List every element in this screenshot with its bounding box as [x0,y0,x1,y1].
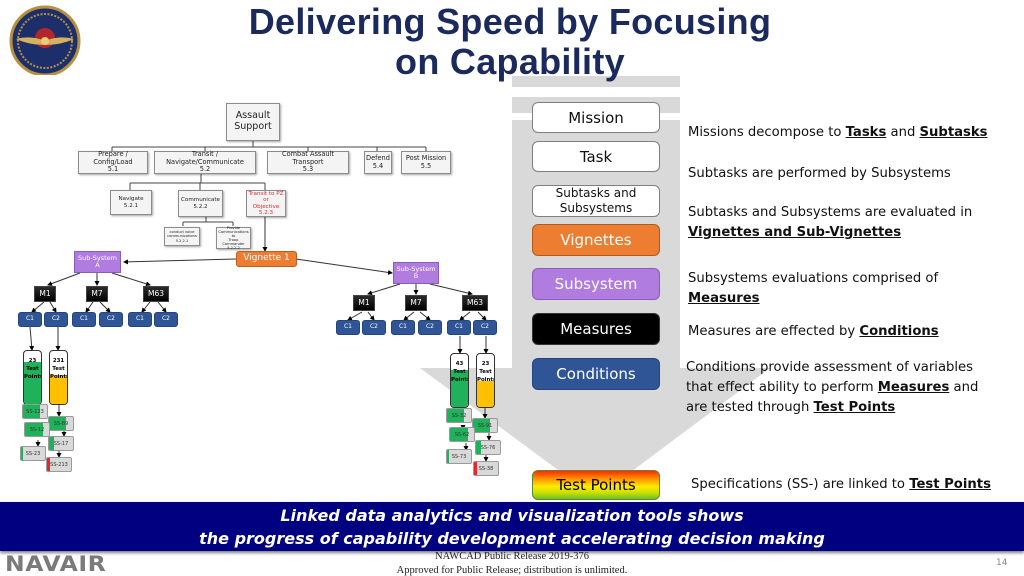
naval-air-systems-command-seal-icon [9,5,81,75]
test-point-gauge: 23 Test Points [476,353,495,408]
spec-progress-bar [21,447,23,460]
description-measures: Measures are effected by Conditions [688,324,939,339]
description-missions: Missions decompose to Tasks and Subtasks [688,125,988,140]
spec-box: SS-17 [48,436,74,451]
condition-c1: C1 [72,312,96,327]
hierarchy-vignettes: Vignettes [532,224,660,256]
condition-c1: C1 [128,312,152,327]
condition-c1: C1 [447,320,471,335]
title-line-2: on Capability [395,41,625,82]
description-specifications: Specifications (SS-) are linked to Test … [691,477,991,492]
page-title: Delivering Speed by Focusing on Capabili… [150,2,870,82]
measure-m63-b: M63 [462,295,488,311]
measure-m7-a: M7 [86,286,108,302]
summary-banner: Linked data analytics and visualization … [0,502,1024,551]
tree-node-5-5: Post Mission 5.5 [401,151,451,174]
spec-box: SS-73 [446,449,472,464]
description-vignettes: Subtasks and Subsystems are evaluated in… [688,205,973,240]
test-point-label: 231 Test Points [50,358,68,380]
spec-box: SS-62 [449,427,475,442]
title-line-1: Delivering Speed by Focusing [248,1,772,42]
spec-label: SS-17 [53,440,69,447]
subsystem-a-node: Sub-System A [74,251,121,273]
condition-c2: C2 [44,312,68,327]
spec-box: SS-76 [475,440,501,455]
spec-label: SS-123 [26,408,44,415]
vignette-1-node: Vignette 1 [236,251,297,267]
condition-c2: C2 [362,320,386,335]
condition-c1: C1 [18,312,42,327]
tree-node-5-2-2-1: conduct voice communications 5.2.2.1 [164,227,200,246]
tree-node-5-2-2: Communicate 5.2.2 [178,190,223,217]
hierarchy-mission: Mission [532,102,660,133]
tree-root-assault-support: Assault Support [226,103,280,141]
spec-box: SS-123 [22,404,48,419]
spec-box: SS-91 [472,418,498,433]
hierarchy-subtasks-subsystems: Subtasks and Subsystems [532,185,660,217]
hierarchy-conditions: Conditions [532,358,660,390]
description-conditions: Conditions provide assessment of variabl… [686,360,979,415]
spec-label: SS-91 [477,422,493,429]
navair-logo: NAVAIR [5,552,107,576]
condition-c2: C2 [473,320,497,335]
spec-progress-bar [474,462,477,475]
spec-label: SS-73 [451,453,467,460]
test-point-label: 23 Test Points [24,358,42,380]
test-point-label: 23 Test Points [477,361,495,383]
description-subsystems: Subsystems evaluations comprised of Measu… [688,271,939,306]
spec-label: SS-12 [29,426,45,433]
spec-box: SS-32 [446,408,472,423]
spec-label: SS-32 [451,412,467,419]
tree-node-5-2: Transit / Navigate/Communicate 5.2 [154,150,256,174]
tree-node-5-2-1: Navigate 5.2.1 [110,190,152,215]
spec-box: SS-12 [24,422,50,437]
measure-m1-a: M1 [34,286,56,302]
test-point-fill [477,380,494,407]
tree-node-5-4: Defend 5.4 [364,151,392,174]
tree-node-5-2-2-2: Provide Communications to Troop Commander 5… [216,226,251,250]
release-line-2: Approved for Public Release; distributio… [396,565,628,576]
spec-box: SS-23 [20,446,46,461]
condition-c1: C1 [336,320,360,335]
spec-box: SS-38 [473,461,499,476]
condition-c1: C1 [391,320,415,335]
banner-line-1: Linked data analytics and visualization … [280,506,744,525]
hierarchy-subsystem: Subsystem [532,268,660,300]
tree-node-5-3: Combat Assault Transport 5.3 [267,150,349,174]
condition-c2: C2 [99,312,123,327]
spec-label: SS-62 [454,431,470,438]
description-subtasks: Subtasks are performed by Subsystems [688,166,951,181]
subsystem-b-node: Sub-System B [393,262,439,284]
spec-label: SS-89 [53,420,69,427]
tree-node-5-2-3: Transit to PZ or Objective 5.2.3 [246,190,286,217]
test-point-gauge: 43 Test Points [450,353,469,408]
release-line-1: NAWCAD Public Release 2019-376 [434,551,589,562]
spec-box: SS-213 [46,457,72,472]
condition-c2: C2 [154,312,178,327]
spec-box: SS-89 [48,416,74,431]
condition-c2: C2 [418,320,442,335]
test-point-label: 43 Test Points [451,361,469,383]
banner-line-2: the progress of capability development a… [199,529,825,548]
page-number: 14 [996,558,1008,568]
spec-label: SS-76 [480,444,496,451]
test-point-gauge: 231 Test Points [49,350,68,405]
tree-node-5-1: Prepare / Config/Load 5.1 [78,150,148,174]
measure-m63-a: M63 [143,286,169,302]
spec-label: SS-213 [50,461,68,468]
hierarchy-task: Task [532,141,660,172]
spec-label: SS-38 [478,465,494,472]
spec-label: SS-23 [25,450,41,457]
measure-m7-b: M7 [405,295,427,311]
test-point-gauge: 23 Test Points [23,350,42,405]
hierarchy-test-points: Test Points [532,470,660,500]
spec-progress-bar [447,450,449,463]
hierarchy-measures: Measures [532,313,660,345]
measure-m1-b: M1 [353,295,375,311]
